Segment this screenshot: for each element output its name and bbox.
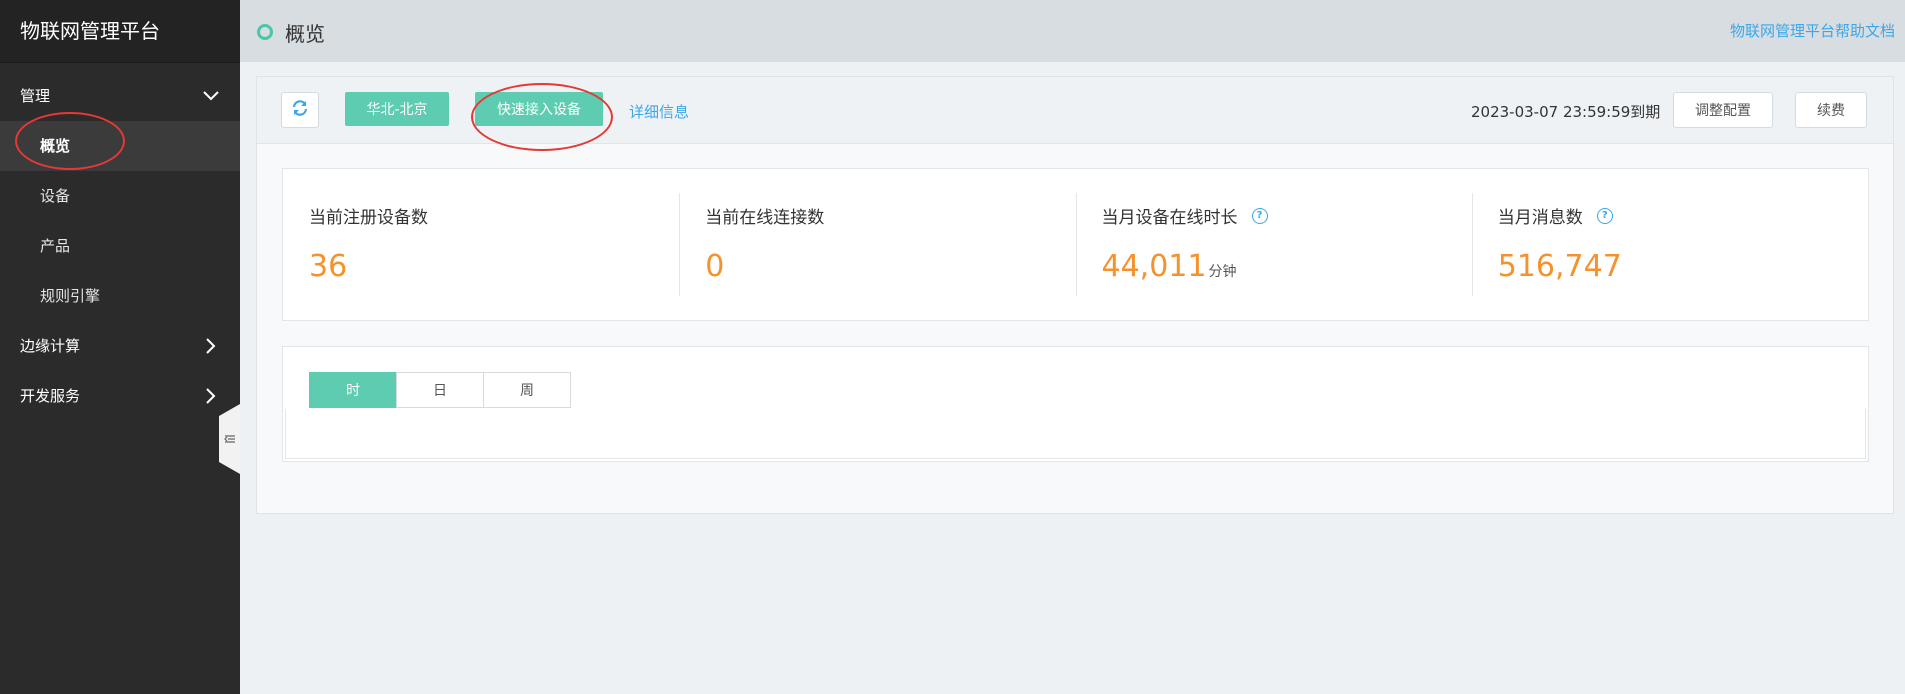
stat-online-connections: 当前在线连接数 0 [679,169,1075,320]
stat-value: 516,747 [1498,249,1622,284]
chevron-right-icon [202,371,220,421]
stat-value: 36 [309,249,347,284]
help-circle-icon[interactable]: ? [1596,207,1613,224]
stat-value: 0 [705,249,724,284]
toolbar: 华北-北京 快速接入设备 详细信息 2023-03-07 23:59:59到期 … [257,77,1893,144]
sidebar: 物联网管理平台 管理 概览 设备 产品 规则引擎 边缘计算 开发服务 [0,0,240,694]
stat-label: 当月设备在线时长 ? [1102,203,1268,228]
renew-button[interactable]: 续费 [1795,92,1867,128]
stat-label: 当月消息数 ? [1498,203,1613,228]
nav-group-manage[interactable]: 管理 [0,71,240,121]
stat-registered-devices: 当前注册设备数 36 [283,169,679,320]
chevron-down-icon [202,71,220,121]
stat-label: 当前注册设备数 [309,203,428,228]
nav-group-label: 边缘计算 [20,337,81,355]
stat-value-number: 36 [309,249,348,284]
detail-info-link[interactable]: 详细信息 [629,101,689,122]
stat-online-duration: 当月设备在线时长 ? 44,011 分钟 [1075,169,1472,320]
region-selector-button[interactable]: 华北-北京 [345,92,449,126]
page-title: 概览 [285,22,325,46]
stat-value-number: 0 [705,249,725,284]
stat-value: 44,011 分钟 [1102,249,1237,284]
brand-title: 物联网管理平台 [0,0,240,63]
stat-label-text: 当月消息数 [1497,208,1583,228]
nav-group-label: 开发服务 [20,387,81,405]
nav-sub-manage: 概览 设备 产品 规则引擎 [0,121,240,321]
stat-label-text: 当前注册设备数 [309,208,428,228]
main-panel: 华北-北京 快速接入设备 详细信息 2023-03-07 23:59:59到期 … [256,76,1894,514]
adjust-config-button[interactable]: 调整配置 [1673,92,1773,128]
sidebar-collapse-toggle[interactable] [219,404,240,474]
stat-label-text: 当月设备在线时长 [1101,208,1238,228]
stat-label: 当前在线连接数 [705,203,824,228]
expire-date: 2023-03-07 23:59:59到期 [1471,103,1661,121]
nav-group-dev-services[interactable]: 开发服务 [0,371,240,421]
collapse-left-icon [224,430,236,449]
stat-value-number: 44,011 [1101,249,1207,284]
sidebar-item-overview[interactable]: 概览 [0,121,240,171]
chevron-right-icon [202,321,220,371]
stat-unit: 分钟 [1208,264,1237,280]
stat-value-number: 516,747 [1497,249,1622,284]
refresh-icon [291,99,309,121]
tab-hour[interactable]: 时 [309,372,397,408]
help-circle-icon[interactable]: ? [1251,207,1268,224]
status-dot-icon [257,24,273,40]
chart-area [285,409,1866,459]
sidebar-item-devices[interactable]: 设备 [0,171,240,221]
help-doc-link[interactable]: 物联网管理平台帮助文档 [1730,20,1895,41]
stats-card: 当前注册设备数 36 当前在线连接数 0 当月设备在线时长 ? 44,011 分钟… [282,168,1869,321]
time-granularity-tabs: 时 日 周 [309,372,571,408]
nav-group-label: 管理 [20,87,51,105]
stat-label-text: 当前在线连接数 [705,208,825,228]
sidebar-item-rules-engine[interactable]: 规则引擎 [0,271,240,321]
chart-card: 时 日 周 [282,346,1869,462]
nav-group-edge-computing[interactable]: 边缘计算 [0,321,240,371]
sidebar-item-products[interactable]: 产品 [0,221,240,271]
quick-access-device-button[interactable]: 快速接入设备 [475,92,603,126]
tab-week[interactable]: 周 [483,372,571,408]
refresh-button[interactable] [281,92,319,128]
stat-monthly-messages: 当月消息数 ? 516,747 [1471,169,1868,320]
top-header: 概览 物联网管理平台帮助文档 [240,0,1905,62]
tab-day[interactable]: 日 [396,372,484,408]
